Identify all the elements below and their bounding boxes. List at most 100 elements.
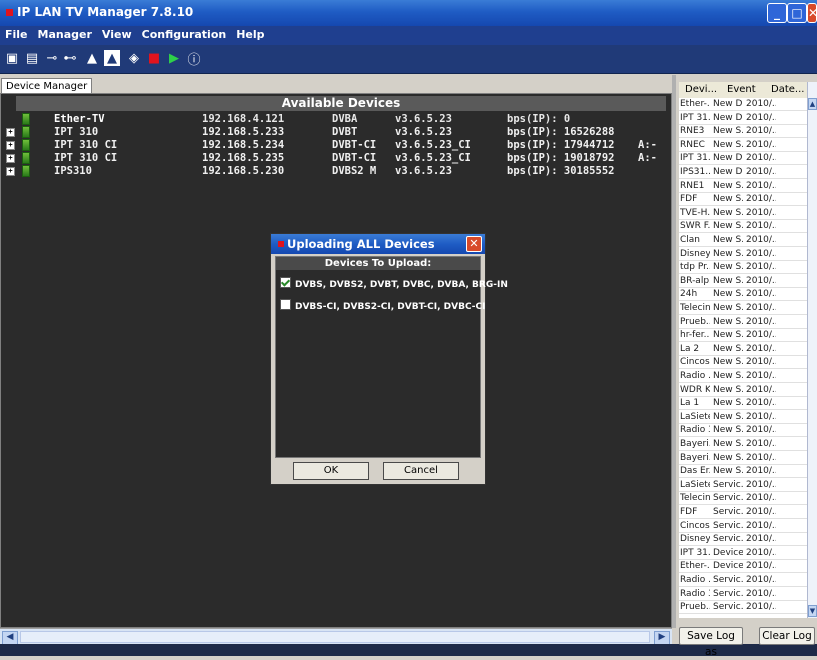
expand-icon[interactable]: + (6, 128, 15, 137)
log-event: New S... (713, 262, 743, 273)
log-row[interactable]: Bayeri...New S...2010/... (679, 438, 807, 451)
expand-icon[interactable]: + (6, 141, 15, 150)
device-row[interactable]: + IPT 310 CI 192.168.5.235 DVBT-CI v3.6.… (2, 152, 657, 164)
remove-device-icon[interactable]: ▤ (24, 50, 40, 66)
log-date: 2010/... (746, 425, 776, 436)
device-name: IPT 310 CI (54, 152, 118, 164)
log-date: 2010/... (746, 602, 776, 613)
play-icon[interactable]: ▶ (166, 50, 182, 66)
log-row[interactable]: IPT 31...New D...2010/... (679, 112, 807, 125)
log-row[interactable]: La 1 New S...2010/... (679, 397, 807, 411)
log-row[interactable]: Ether-...Device...2010/... (679, 560, 807, 574)
log-row[interactable]: TelecincoNew S...2010/... (679, 302, 807, 315)
scroll-right-icon[interactable]: ▶ (654, 631, 670, 645)
option-standard[interactable]: DVBS, DVBS2, DVBT, DVBC, DVBA, BRG-IN (280, 277, 508, 290)
log-row[interactable]: Prueb...Servic...2010/... (679, 601, 807, 615)
log-vertical-scrollbar[interactable]: ▲ ▼ (807, 82, 817, 618)
scroll-up-icon[interactable]: ▲ (808, 98, 817, 110)
tag-icon[interactable]: ◈ (126, 50, 142, 66)
log-row[interactable]: RNE3 New S...2010/... (679, 125, 807, 139)
log-device: Prueb... (680, 602, 710, 613)
checkbox-standard[interactable] (280, 277, 291, 288)
log-row[interactable]: Bayeri...New S...2010/... (679, 452, 807, 465)
menu-configuration[interactable]: Configuration (137, 26, 232, 41)
option-ci[interactable]: DVBS-CI, DVBS2-CI, DVBT-CI, DVBC-CI (280, 299, 485, 312)
horizontal-scrollbar[interactable]: ◀ ▶ (0, 628, 672, 645)
log-row[interactable]: LaSieteServic...2010/... (679, 479, 807, 492)
expand-icon[interactable]: + (6, 167, 15, 176)
log-row[interactable]: tdp Pr...New S...2010/... (679, 261, 807, 275)
log-event: New S... (713, 439, 743, 449)
add-device-icon[interactable]: ▣ (4, 50, 20, 66)
menu-help[interactable]: Help (231, 26, 269, 41)
log-row[interactable]: WDR K...New S...2010/... (679, 384, 807, 397)
scroll-down-icon[interactable]: ▼ (808, 605, 817, 617)
device-type: DVBT-CI (332, 152, 377, 164)
log-row[interactable]: TelecincoServic...2010/... (679, 492, 807, 506)
log-row[interactable]: Clan New S...2010/... (679, 234, 807, 247)
log-row[interactable]: La 2 New S...2010/... (679, 343, 807, 356)
log-row[interactable]: BR-alp...New S...2010/... (679, 275, 807, 288)
log-col-date[interactable]: Date... (771, 84, 804, 95)
log-row[interactable]: hr-fer...New S...2010/... (679, 329, 807, 343)
disconnect-icon[interactable]: ⊷ (62, 50, 78, 66)
dialog-close-button[interactable]: ✕ (466, 236, 482, 252)
close-button[interactable]: ✕ (807, 3, 817, 23)
dialog-subtitle: Devices To Upload: (276, 257, 480, 270)
device-row[interactable]: Ether-TV 192.168.4.121 DVBA v3.6.5.23 bp… (2, 113, 570, 125)
log-event: Servic... (713, 507, 743, 517)
log-row[interactable]: Disney...New S...2010/... (679, 248, 807, 261)
device-row[interactable]: + IPT 310 192.168.5.233 DVBT v3.6.5.23 b… (2, 126, 614, 138)
log-row[interactable]: FDF Servic...2010/... (679, 506, 807, 519)
clear-log-button[interactable]: Clear Log (759, 627, 815, 645)
splitter-handle[interactable] (672, 75, 676, 628)
scroll-left-icon[interactable]: ◀ (2, 631, 18, 645)
log-row[interactable]: Ether-...New D...2010/... (679, 98, 807, 111)
connect-icon[interactable]: ⊸ (44, 50, 60, 66)
scroll-thumb[interactable] (20, 631, 650, 643)
expand-icon[interactable]: + (6, 154, 15, 163)
ok-button[interactable]: OK (293, 462, 369, 480)
log-row[interactable]: Disney...Servic...2010/... (679, 533, 807, 547)
log-row[interactable]: IPT 31...Device...2010/... (679, 547, 807, 560)
log-row[interactable]: RNE1 New S...2010/... (679, 180, 807, 193)
stop-icon[interactable]: ■ (146, 50, 162, 66)
log-row[interactable]: Das Er...New S...2010/... (679, 465, 807, 479)
log-row[interactable]: IPS31...New D...2010/... (679, 166, 807, 179)
checkbox-ci[interactable] (280, 299, 291, 310)
log-row[interactable]: Prueb...New S...2010/... (679, 316, 807, 329)
cancel-button[interactable]: Cancel (383, 462, 459, 480)
save-log-button[interactable]: Save Log as (679, 627, 743, 658)
log-row[interactable]: Cincos...New S...2010/... (679, 356, 807, 370)
log-row[interactable]: TVE-H...New S...2010/... (679, 207, 807, 220)
log-date: 2010/... (746, 588, 776, 599)
info-icon[interactable]: ⓘ (186, 50, 202, 68)
log-row[interactable]: SWR F...New S...2010/... (679, 220, 807, 234)
dialog-title-bar: Uploading ALL Devices ✕ (271, 234, 485, 254)
log-row[interactable]: Radio ...New S...2010/... (679, 370, 807, 383)
device-row[interactable]: + IPT 310 CI 192.168.5.234 DVBT-CI v3.6.… (2, 139, 657, 151)
upload-all-icon[interactable]: ▲ (104, 50, 120, 66)
maximize-button[interactable]: □ (787, 3, 807, 23)
log-row[interactable]: Radio 3New S...2010/... (679, 424, 807, 438)
log-row[interactable]: Radio ...Servic...2010/... (679, 574, 807, 587)
minimize-button[interactable]: _ (767, 3, 787, 23)
menu-file[interactable]: File (0, 26, 33, 41)
log-device: Prueb... (680, 316, 710, 327)
log-col-event[interactable]: Event (727, 84, 756, 95)
log-event: Servic... (713, 479, 743, 490)
upload-icon[interactable]: ▲ (84, 50, 100, 66)
log-row[interactable]: FDF New S...2010/... (679, 193, 807, 207)
menu-manager[interactable]: Manager (33, 26, 97, 41)
log-row[interactable]: Radio 3Servic...2010/... (679, 588, 807, 601)
log-row[interactable]: Cincos...Servic...2010/... (679, 520, 807, 533)
log-event: New S... (713, 275, 743, 286)
log-row[interactable]: 24h New S...2010/... (679, 288, 807, 302)
toolbar: ▣ ▤ ⊸ ⊷ ▲ ▲ ◈ ■ ▶ ⓘ (0, 45, 817, 74)
device-row[interactable]: + IPS310 192.168.5.230 DVBS2 M v3.6.5.23… (2, 165, 614, 177)
log-col-device[interactable]: Devi... (685, 84, 717, 95)
menu-view[interactable]: View (97, 26, 137, 41)
log-row[interactable]: LaSieteNew S...2010/... (679, 411, 807, 424)
log-row[interactable]: RNEC New S...2010/... (679, 139, 807, 152)
log-row[interactable]: IPT 31...New D...2010/... (679, 152, 807, 166)
